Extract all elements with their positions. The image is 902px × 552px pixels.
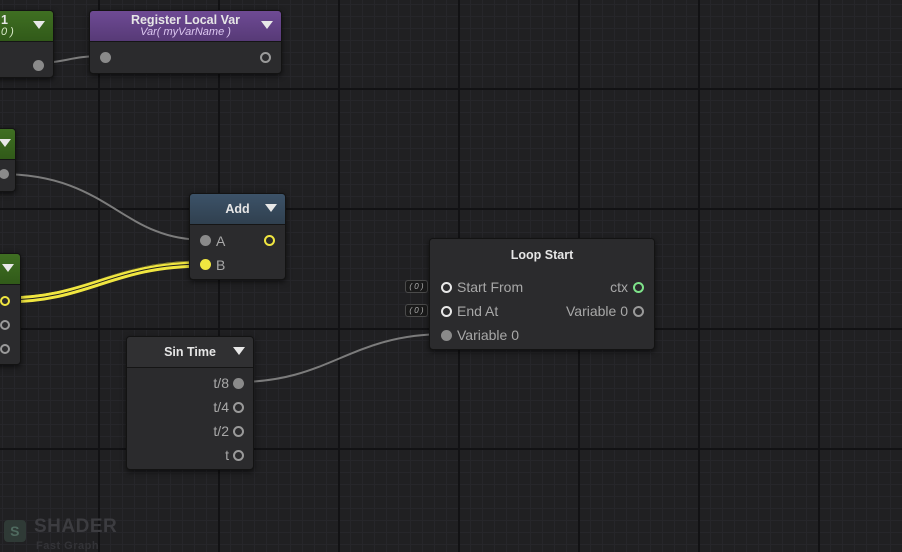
partial-node-top-title: 1 [1,13,8,27]
output-port-ctx[interactable] [633,282,644,293]
register-local-var-node[interactable]: Register Local Var Var( myVarName ) [89,10,282,74]
input-label-variable-0: Variable 0 [457,327,520,343]
sin-time-header[interactable]: Sin Time [127,337,253,368]
output-port-yellow[interactable] [0,296,10,306]
input-port[interactable] [100,52,111,63]
partial-node-top-header[interactable]: 1 0 ) [0,11,53,42]
watermark-name: SHADER [34,516,118,537]
start-from-constant[interactable]: ( 0 ) [405,280,428,293]
output-label-ctx: ctx [610,279,628,295]
chevron-down-icon[interactable] [33,21,45,29]
partial-node-low-header[interactable] [0,254,20,285]
output-port-variable-0[interactable] [633,306,644,317]
chevron-down-icon[interactable] [2,264,14,272]
input-port-b[interactable] [200,259,211,270]
output-label-variable-0: Variable 0 [565,303,628,319]
chevron-down-icon[interactable] [0,139,11,147]
partial-node-mid[interactable] [0,128,16,192]
output-port[interactable] [0,320,10,330]
shader-logo-icon: S [4,520,26,542]
loop-start-title: Loop Start [510,248,574,262]
input-port-a[interactable] [200,235,211,246]
output-label-t: t [225,447,229,463]
watermark-sub: Fast Graph [36,540,100,552]
output-port-t8[interactable] [233,378,244,389]
output-port-yellow[interactable] [264,235,275,246]
register-local-var-title: Register Local Var [130,13,241,27]
loop-start-header[interactable]: Loop Start [430,239,654,269]
chevron-down-icon[interactable] [261,21,273,29]
output-label-t4: t/4 [213,399,229,415]
wire-partial-to-add-a [0,173,206,241]
register-local-var-subtitle: Var( myVarName ) [140,26,231,38]
graph-canvas[interactable]: 1 0 ) Register Local Var Var( myVarName … [0,0,902,552]
output-port[interactable] [0,169,9,179]
input-port-end-at[interactable] [441,306,452,317]
input-label-end-at: End At [457,303,499,319]
output-port-t2[interactable] [233,426,244,437]
partial-node-top[interactable]: 1 0 ) [0,10,54,78]
chevron-down-icon[interactable] [233,347,245,355]
loop-start-node[interactable]: Loop Start Start From End At Variable 0 … [429,238,655,350]
output-port[interactable] [0,344,10,354]
output-port-t[interactable] [233,450,244,461]
input-label-a: A [216,233,226,249]
output-label-t8: t/8 [213,375,229,391]
partial-node-top-subtitle: 0 ) [1,26,14,38]
input-port-start-from[interactable] [441,282,452,293]
input-port-variable-0[interactable] [441,330,452,341]
output-label-t2: t/2 [213,423,229,439]
input-label-b: B [216,257,226,273]
watermark: S SHADER Fast Graph [4,516,118,552]
wire-sintime-to-loopstart [237,333,447,383]
wire-partial-to-add-b [3,260,206,304]
register-local-var-header[interactable]: Register Local Var Var( myVarName ) [90,11,281,42]
add-node-header[interactable]: Add [190,194,285,225]
chevron-down-icon[interactable] [265,204,277,212]
output-port-t4[interactable] [233,402,244,413]
sin-time-node[interactable]: Sin Time t/8 t/4 t/2 t [126,336,254,470]
input-label-start-from: Start From [457,279,524,295]
add-node[interactable]: Add A B [189,193,286,280]
output-port[interactable] [33,60,44,71]
end-at-constant[interactable]: ( 0 ) [405,304,428,317]
partial-node-low[interactable] [0,253,21,365]
output-port[interactable] [260,52,271,63]
partial-node-mid-header[interactable] [0,129,15,160]
